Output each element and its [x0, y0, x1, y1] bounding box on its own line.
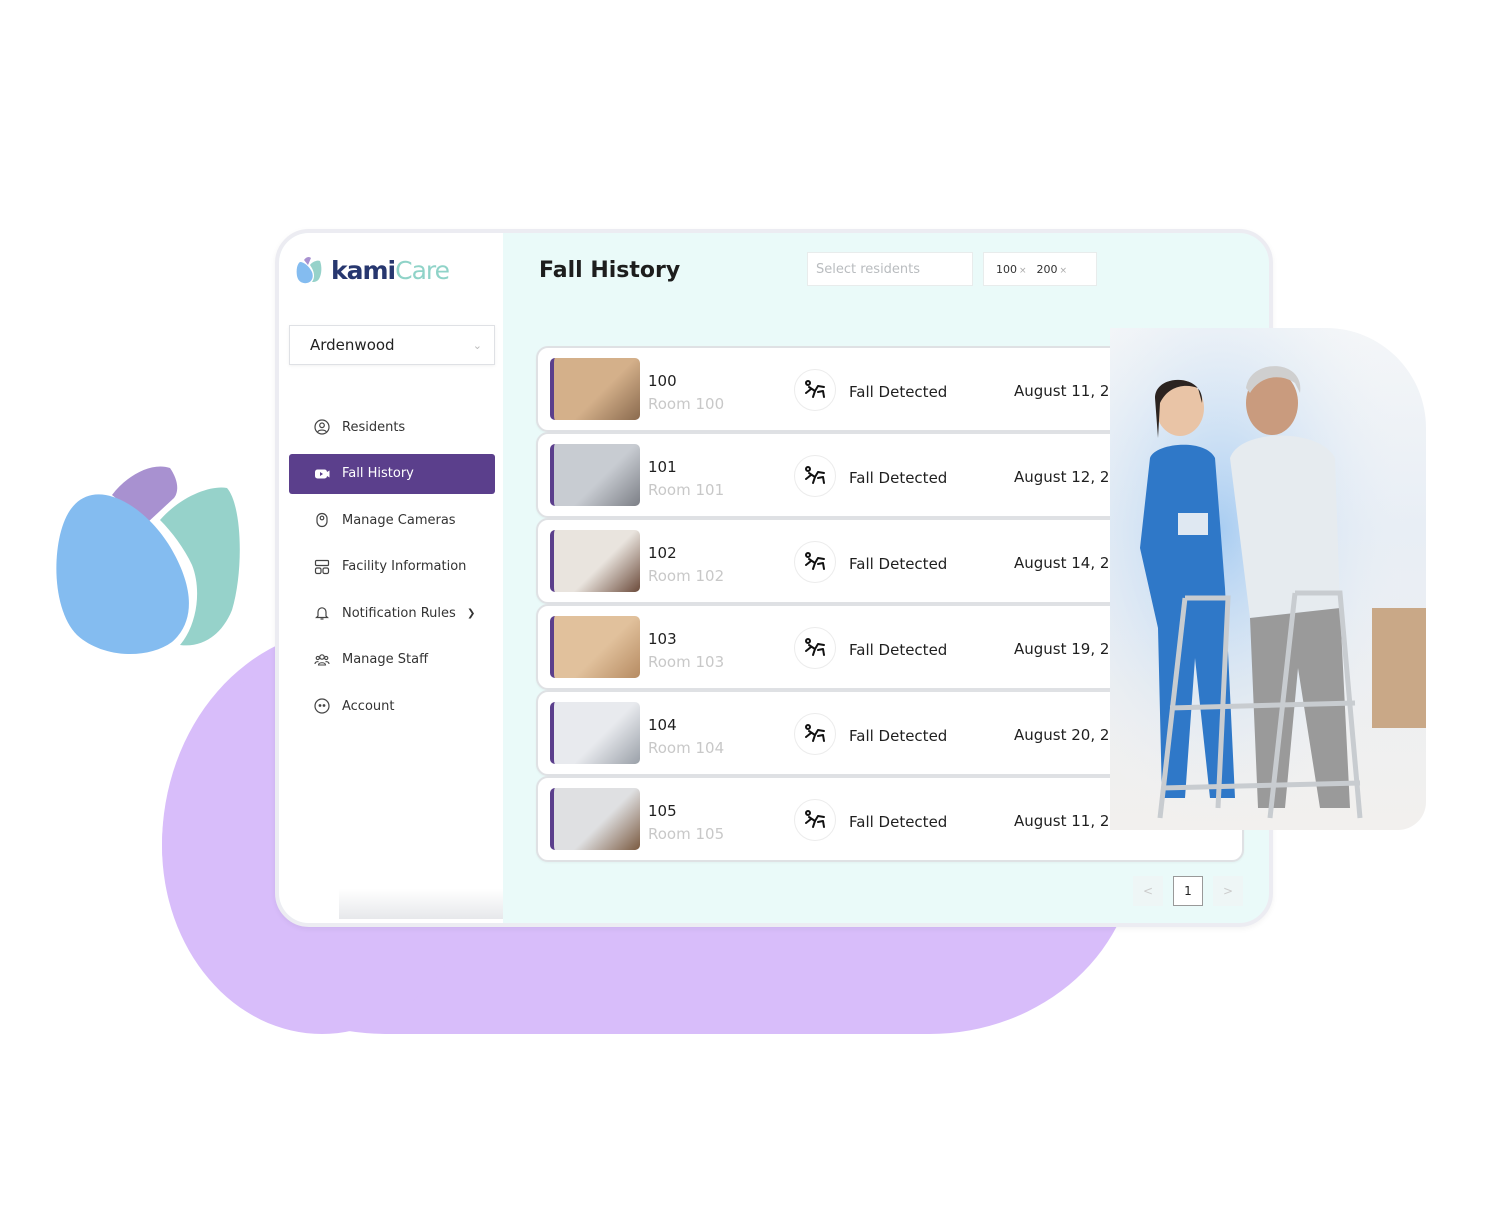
room-thumbnail[interactable] [550, 702, 640, 764]
close-icon[interactable]: × [1060, 266, 1068, 276]
fall-person-icon [794, 369, 836, 411]
close-icon[interactable]: × [1019, 266, 1027, 276]
smiley-icon [313, 697, 331, 715]
event-status: Fall Detected [849, 469, 948, 487]
sidebar-item-label: Notification Rules [342, 605, 456, 621]
room-number: 103 [648, 630, 677, 648]
sidebar-item-label: Facility Information [342, 559, 467, 574]
event-status: Fall Detected [849, 641, 948, 659]
room-thumbnail[interactable] [550, 444, 640, 506]
sidebar-item-notification-rules[interactable]: Notification Rules ❯ [289, 593, 495, 633]
event-date: August 20, 20 [1014, 726, 1119, 744]
users-icon [313, 651, 331, 669]
event-date: August 14, 20 [1014, 554, 1119, 572]
sidebar-item-label: Fall History [342, 466, 414, 481]
room-name: Room 101 [648, 481, 725, 499]
room-name: Room 102 [648, 567, 725, 585]
residents-select[interactable]: Select residents [807, 252, 973, 286]
page-1-button[interactable]: 1 [1173, 876, 1203, 906]
room-thumbnail[interactable] [550, 530, 640, 592]
tulip-logo-decoration [56, 466, 240, 655]
sidebar: kamiCare Ardenwood ⌄ Residents Fall Hist… [279, 233, 503, 923]
chevron-down-icon: ⌄ [472, 338, 482, 352]
sidebar-item-manage-cameras[interactable]: Manage Cameras [289, 500, 495, 540]
facility-select[interactable]: Ardenwood ⌄ [289, 325, 495, 365]
layout-grid-icon [313, 558, 331, 576]
pagination: < 1 > [1133, 876, 1243, 906]
video-camera-icon [313, 465, 331, 483]
tag-label: 200 [1036, 262, 1058, 276]
sidebar-nav: Residents Fall History Manage Cameras Fa… [289, 407, 495, 733]
room-number: 104 [648, 716, 677, 734]
prev-page-button[interactable]: < [1133, 876, 1163, 906]
room-name: Room 105 [648, 825, 725, 843]
room-name: Room 103 [648, 653, 725, 671]
sidebar-item-residents[interactable]: Residents [289, 407, 495, 447]
bell-icon [313, 604, 331, 622]
sidebar-item-label: Manage Staff [342, 652, 429, 667]
room-thumbnail[interactable] [550, 616, 640, 678]
user-circle-icon [313, 418, 331, 436]
fall-person-icon [794, 799, 836, 841]
sidebar-item-fall-history[interactable]: Fall History [289, 453, 495, 494]
event-status: Fall Detected [849, 727, 948, 745]
room-number: 100 [648, 372, 677, 390]
sidebar-item-facility-information[interactable]: Facility Information [289, 547, 495, 587]
tag-chip[interactable]: 100 × [996, 263, 1027, 276]
selected-tags[interactable]: 100 × 200 × [983, 252, 1097, 286]
next-page-button[interactable]: > [1213, 876, 1243, 906]
sidebar-item-label: Residents [342, 419, 406, 435]
event-date: August 11, 20 [1014, 382, 1119, 400]
page-title: Fall History [539, 258, 681, 283]
tag-chip[interactable]: 200 × [1037, 263, 1068, 276]
event-status: Fall Detected [849, 813, 948, 831]
room-thumbnail[interactable] [550, 358, 640, 420]
fall-person-icon [794, 455, 836, 497]
event-date: August 12, 20 [1014, 468, 1119, 486]
tag-label: 100 [996, 262, 1017, 276]
event-status: Fall Detected [849, 383, 948, 401]
sidebar-item-account[interactable]: Account [289, 686, 495, 726]
residents-select-placeholder: Select residents [816, 261, 921, 277]
sidebar-item-label: Manage Cameras [342, 512, 456, 528]
room-name: Room 104 [648, 739, 725, 757]
fall-person-icon [794, 541, 836, 583]
brand-name-kami: kami [331, 255, 396, 285]
camera-icon [313, 511, 331, 529]
caregiver-illustration [1110, 328, 1426, 830]
brand-name-care: Care [395, 255, 450, 285]
room-number: 102 [648, 544, 677, 562]
brand-logo: kamiCare [293, 254, 450, 286]
caregiver-photo [1110, 328, 1426, 830]
room-thumbnail[interactable] [550, 788, 640, 850]
room-name: Room 100 [648, 395, 725, 413]
filter-bar: Select date Select residents 100× 200× [807, 252, 1097, 286]
facility-select-value: Ardenwood [310, 336, 395, 354]
fall-person-icon [794, 627, 836, 669]
event-status: Fall Detected [849, 555, 948, 573]
sidebar-item-manage-staff[interactable]: Manage Staff [289, 640, 495, 680]
event-date: August 19, 20 [1014, 640, 1119, 658]
tulip-icon [296, 256, 322, 284]
room-number: 105 [648, 802, 677, 820]
sidebar-item-label: Account [342, 698, 395, 714]
fall-person-icon [794, 713, 836, 755]
chevron-down-icon[interactable]: ❯ [467, 608, 475, 619]
room-number: 101 [648, 458, 677, 476]
